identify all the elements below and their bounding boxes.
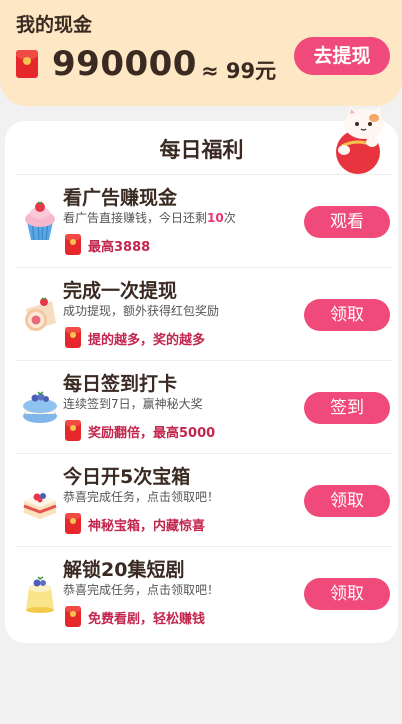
divider	[15, 267, 392, 268]
remaining-count: 10	[207, 211, 224, 225]
red-envelope-icon	[65, 606, 81, 627]
task-title: 完成一次提现	[63, 280, 178, 302]
task-withdraw-once: 完成一次提现 成功提现，额外获得红包奖励 提的越多，奖的越多 领取	[15, 267, 392, 361]
task-reward: 奖励翻倍，最高5000	[88, 426, 216, 441]
cash-header: 我的现金 990000 ≈ 99元 去提现	[0, 0, 402, 106]
blue-macaron-icon	[23, 391, 57, 423]
task-reward: 免费看剧，轻松赚钱	[88, 612, 206, 627]
checkin-button[interactable]: 签到	[304, 392, 390, 424]
daily-welfare-card: 每日福利 看广告赚现金 看广告直接赚钱，今日还剩10次 最高3888 观看 完成…	[5, 121, 398, 643]
task-daily-checkin: 每日签到打卡 连续签到7日，赢神秘大奖 奖励翻倍，最高5000 签到	[15, 360, 392, 454]
red-envelope-icon	[65, 327, 81, 348]
claim-button[interactable]: 领取	[304, 299, 390, 331]
cat-mascot-icon	[336, 106, 384, 174]
cash-amount: 990000	[52, 44, 197, 84]
task-open-chest: 今日开5次宝箱 恭喜完成任务，点击领取吧！ 神秘宝箱，内藏惊喜 领取	[15, 453, 392, 547]
divider	[15, 360, 392, 361]
task-description: 看广告直接赚钱，今日还剩10次	[63, 211, 236, 225]
task-title: 看广告赚现金	[63, 187, 178, 209]
swiss-roll-cake-icon	[25, 297, 56, 331]
strawberry-cupcake-icon	[25, 201, 55, 241]
pudding-icon	[26, 576, 54, 613]
task-title: 解锁20集短剧	[63, 559, 185, 581]
red-envelope-icon	[65, 513, 81, 534]
cash-title: 我的现金	[16, 14, 93, 36]
task-description: 恭喜完成任务，点击领取吧！	[63, 490, 220, 504]
divider	[15, 453, 392, 454]
red-envelope-icon	[65, 420, 81, 441]
claim-button[interactable]: 领取	[304, 578, 390, 610]
withdraw-button[interactable]: 去提现	[294, 37, 390, 75]
claim-button[interactable]: 领取	[304, 485, 390, 517]
task-title: 每日签到打卡	[63, 373, 178, 395]
red-envelope-icon	[16, 50, 38, 78]
task-reward: 神秘宝箱，内藏惊喜	[88, 519, 206, 534]
watch-button[interactable]: 观看	[304, 206, 390, 238]
task-description: 成功提现，额外获得红包奖励	[63, 304, 220, 318]
divider	[15, 546, 392, 547]
cash-approx-value: ≈ 99元	[201, 59, 277, 83]
red-envelope-icon	[65, 234, 81, 255]
task-reward: 提的越多，奖的越多	[88, 333, 206, 348]
task-description: 连续签到7日，赢神秘大奖	[63, 397, 203, 411]
task-title: 今日开5次宝箱	[63, 466, 191, 488]
task-unlock-drama: 解锁20集短剧 恭喜完成任务，点击领取吧！ 免费看剧，轻松赚钱 领取	[15, 546, 392, 640]
layer-cake-icon	[23, 493, 57, 519]
task-reward: 最高3888	[88, 240, 151, 255]
task-watch-ad: 看广告赚现金 看广告直接赚钱，今日还剩10次 最高3888 观看	[15, 174, 392, 268]
task-description: 恭喜完成任务，点击领取吧！	[63, 583, 220, 597]
